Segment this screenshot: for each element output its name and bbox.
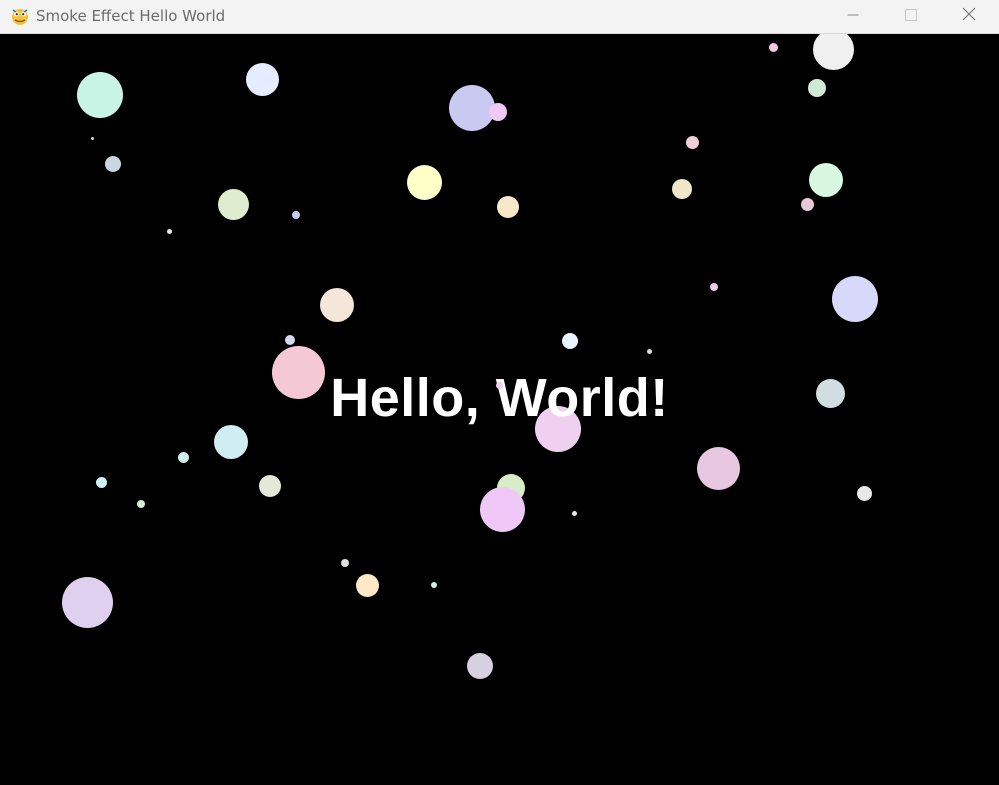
minimize-button[interactable] [824,0,882,33]
smoke-particle [77,72,123,118]
smoke-particle [272,346,325,399]
smoke-particle [816,379,845,408]
smoke-particle [808,79,826,97]
maximize-icon [905,8,917,26]
smoke-particle [341,559,349,567]
smoke-particle [285,335,295,345]
game-canvas[interactable]: Hello, World! [0,34,999,785]
smoke-particle [480,487,525,532]
close-icon [962,7,976,26]
title-bar[interactable]: Smoke Effect Hello World [0,0,999,34]
smoke-particle [96,477,107,488]
smoke-particle [489,103,507,121]
smoke-particle [137,500,145,508]
hello-world-text: Hello, World! [330,368,669,428]
smoke-particle [647,349,652,354]
smoke-particle [672,179,692,199]
smoke-particle [105,156,121,172]
smoke-particle [497,196,519,218]
smoke-particle [686,136,699,149]
smoke-particle [832,276,878,322]
minimize-icon [847,8,859,26]
smoke-particle [259,475,281,497]
maximize-button[interactable] [882,0,940,33]
smoke-particle [535,406,581,452]
smoke-particle [292,211,300,219]
smoke-particle [467,653,493,679]
smoke-particle [167,229,172,234]
smoke-particle [562,333,578,349]
smoke-particle [246,63,279,96]
smoke-particle [710,283,718,291]
smoke-particle [214,425,248,459]
smoke-particle [62,577,113,628]
smoke-particle [449,85,495,131]
smoke-particle [809,163,843,197]
smoke-particle [218,189,249,220]
smoke-particle [572,511,577,516]
smoke-particle [356,574,379,597]
smoke-particle [178,452,189,463]
window-title: Smoke Effect Hello World [36,7,226,25]
smoke-particle [320,288,354,322]
smoke-particle [769,43,778,52]
smoke-particle [91,137,94,140]
smoke-particle [801,198,814,211]
smoke-particle [697,447,740,490]
pygame-snake-icon [10,6,30,26]
close-button[interactable] [940,0,998,33]
smoke-particle [813,34,854,70]
smoke-particle [857,486,872,501]
smoke-particle [496,382,503,389]
app-window: Smoke Effect Hello World Hello, World! [0,0,999,785]
smoke-particle [431,582,437,588]
smoke-particle [407,165,442,200]
